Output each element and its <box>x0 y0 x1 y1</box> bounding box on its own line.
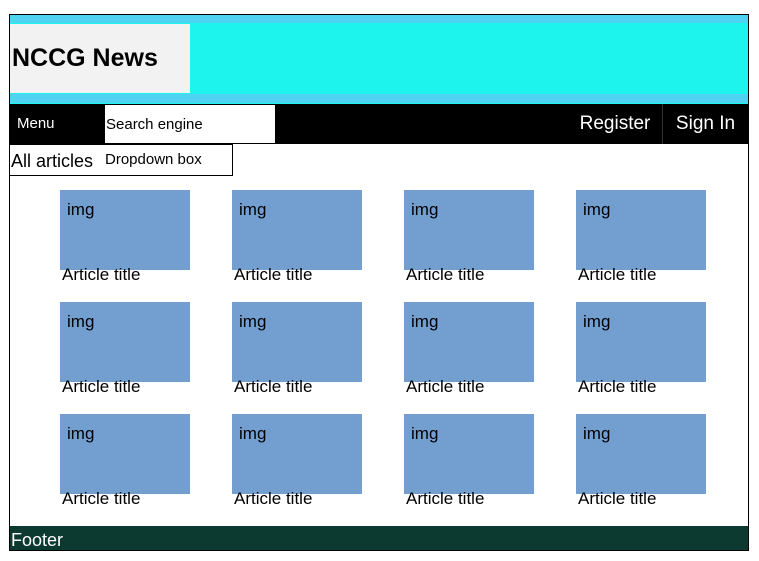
article-title[interactable]: Article title <box>62 265 140 285</box>
article-image-label: img <box>67 200 95 219</box>
article-title[interactable]: Article title <box>406 489 484 509</box>
article-image[interactable]: img <box>576 414 706 494</box>
article-title[interactable]: Article title <box>578 489 656 509</box>
article-image-label: img <box>411 312 439 331</box>
article-title[interactable]: Article title <box>406 265 484 285</box>
article-card[interactable]: img Article title <box>60 302 190 402</box>
article-title[interactable]: Article title <box>578 265 656 285</box>
article-image[interactable]: img <box>60 190 190 270</box>
article-title[interactable]: Article title <box>578 377 656 397</box>
article-image[interactable]: img <box>232 414 362 494</box>
article-image-label: img <box>583 312 611 331</box>
article-title[interactable]: Article title <box>62 489 140 509</box>
article-image-label: img <box>411 424 439 443</box>
article-image[interactable]: img <box>404 190 534 270</box>
article-image-label: img <box>67 424 95 443</box>
article-card[interactable]: img Article title <box>232 190 362 290</box>
article-card[interactable]: img Article title <box>404 414 534 514</box>
article-image[interactable]: img <box>60 414 190 494</box>
article-image-label: img <box>239 200 267 219</box>
article-image-label: img <box>67 312 95 331</box>
article-image-label: img <box>239 312 267 331</box>
article-card[interactable]: img Article title <box>232 302 362 402</box>
page-frame: NCCG News Menu Register Sign In All arti… <box>9 14 749 551</box>
site-footer: Footer <box>10 526 748 550</box>
article-image-label: img <box>583 424 611 443</box>
article-image[interactable]: img <box>232 302 362 382</box>
article-image[interactable]: img <box>576 190 706 270</box>
article-title[interactable]: Article title <box>234 265 312 285</box>
article-title[interactable]: Article title <box>234 489 312 509</box>
article-image[interactable]: img <box>404 302 534 382</box>
article-card[interactable]: img Article title <box>576 414 706 514</box>
article-image[interactable]: img <box>60 302 190 382</box>
article-image[interactable]: img <box>576 302 706 382</box>
article-card[interactable]: img Article title <box>576 302 706 402</box>
article-grid: img Article title img Article title img Artic… <box>10 15 748 550</box>
article-image-label: img <box>411 200 439 219</box>
article-card[interactable]: img Article title <box>60 414 190 514</box>
article-image-label: img <box>583 200 611 219</box>
article-card[interactable]: img Article title <box>576 190 706 290</box>
article-image-label: img <box>239 424 267 443</box>
article-card[interactable]: img Article title <box>60 190 190 290</box>
article-title[interactable]: Article title <box>62 377 140 397</box>
article-card[interactable]: img Article title <box>404 190 534 290</box>
article-image[interactable]: img <box>232 190 362 270</box>
article-title[interactable]: Article title <box>234 377 312 397</box>
article-card[interactable]: img Article title <box>404 302 534 402</box>
article-image[interactable]: img <box>404 414 534 494</box>
article-title[interactable]: Article title <box>406 377 484 397</box>
article-card[interactable]: img Article title <box>232 414 362 514</box>
